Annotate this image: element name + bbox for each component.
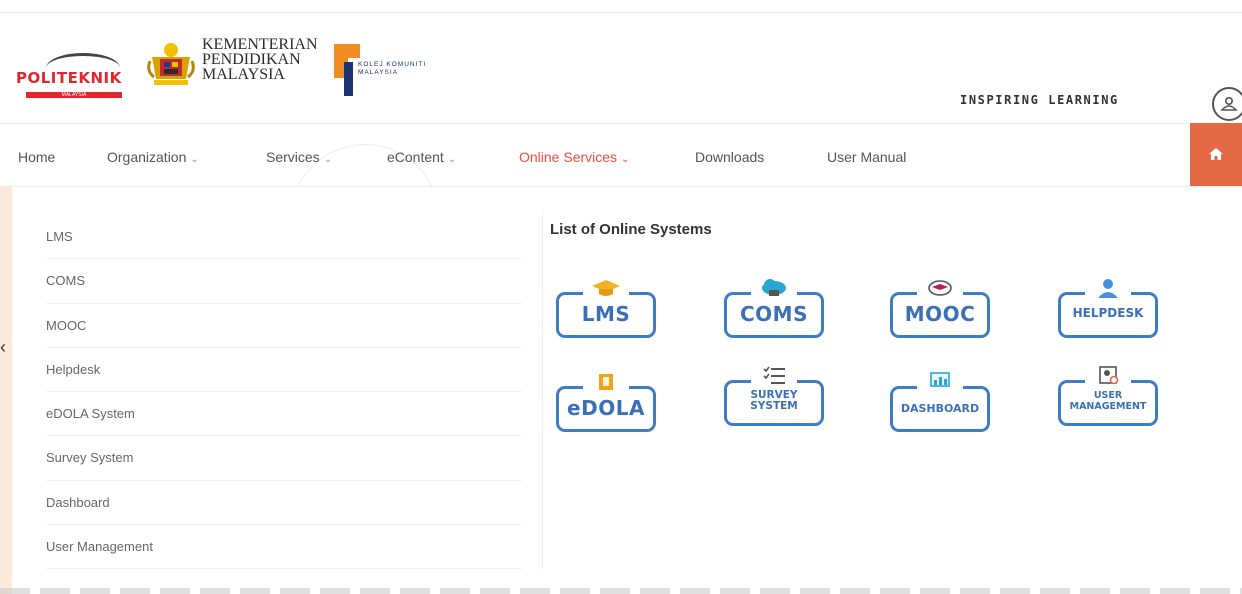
kpm-wordmark[interactable]: KEMENTERIAN PENDIDIKAN MALAYSIA bbox=[202, 36, 318, 83]
graduation-cap-icon bbox=[592, 280, 620, 296]
nav-organization[interactable]: Organization ⌄ bbox=[107, 149, 199, 165]
checklist-icon bbox=[763, 366, 785, 384]
tile-helpdesk[interactable]: HELPDESK bbox=[1056, 278, 1160, 340]
nav-home[interactable]: Home bbox=[18, 149, 55, 165]
tile-mooc[interactable]: MOOC bbox=[888, 278, 992, 340]
user-account-button[interactable] bbox=[1212, 87, 1242, 121]
home-button[interactable] bbox=[1190, 123, 1242, 186]
politeknik-logo-sub: MALAYSIA bbox=[26, 92, 122, 98]
chevron-down-icon: ⌄ bbox=[190, 154, 199, 165]
monitor-chart-icon bbox=[930, 372, 950, 387]
tile-edola[interactable]: eDOLA bbox=[554, 372, 658, 434]
tile-survey-label: SURVEY SYSTEM bbox=[722, 390, 826, 412]
nav-econtent[interactable]: eContent ⌄ bbox=[387, 149, 456, 165]
kolej-logo-line-2: MALAYSIA bbox=[358, 69, 399, 76]
malaysia-crest-icon bbox=[147, 43, 195, 85]
list-item-dashboard[interactable]: Dashboard bbox=[46, 481, 522, 526]
kolej-logo-line-1: KOLEJ KOMUNITI bbox=[358, 61, 427, 68]
nav-home-label: Home bbox=[18, 149, 56, 165]
cloud-graduation-icon bbox=[928, 280, 952, 296]
nav-services[interactable]: Services ⌄ bbox=[266, 149, 332, 165]
tile-survey-system[interactable]: SURVEY SYSTEM bbox=[722, 366, 826, 428]
nav-econtent-label: eContent bbox=[387, 149, 444, 165]
politeknik-logo-word: POLITEKNIK bbox=[16, 69, 122, 87]
tile-survey-label-line-2: SYSTEM bbox=[750, 400, 798, 412]
nav-online-services-label: Online Services bbox=[519, 149, 618, 165]
user-settings-icon bbox=[1099, 366, 1119, 385]
tile-lms[interactable]: LMS bbox=[554, 278, 658, 340]
chevron-down-icon: ⌄ bbox=[323, 154, 333, 165]
kpm-line-1: KEMENTERIAN bbox=[202, 36, 318, 53]
nav-user-manual-label: User Manual bbox=[827, 149, 907, 165]
kpm-line-2: PENDIDIKAN bbox=[202, 51, 301, 68]
support-agent-icon bbox=[1098, 279, 1118, 298]
bottom-border bbox=[0, 588, 1242, 594]
list-item-helpdesk[interactable]: Helpdesk bbox=[46, 348, 522, 393]
tile-coms[interactable]: COMS bbox=[722, 278, 826, 340]
tile-helpdesk-label: HELPDESK bbox=[1072, 306, 1144, 320]
list-item-lms[interactable]: LMS bbox=[46, 215, 522, 260]
tile-dashboard-label: DASHBOARD bbox=[900, 402, 980, 415]
tile-dashboard[interactable]: DASHBOARD bbox=[888, 372, 992, 434]
nav-organization-label: Organization bbox=[107, 149, 187, 165]
tile-user-management[interactable]: USER MANAGEMENT bbox=[1056, 366, 1160, 428]
tile-edola-label: eDOLA bbox=[567, 396, 645, 420]
tile-user-management-label-line-2: MANAGEMENT bbox=[1069, 401, 1147, 412]
kolej-komuniti-logo[interactable]: KOLEJ KOMUNITI MALAYSIA bbox=[334, 44, 430, 98]
kpm-line-3: MALAYSIA bbox=[202, 66, 285, 83]
book-icon bbox=[599, 374, 613, 390]
nav-downloads[interactable]: Downloads bbox=[695, 149, 764, 165]
list-item-survey[interactable]: Survey System bbox=[46, 436, 522, 481]
tile-user-management-label: USER MANAGEMENT bbox=[1056, 390, 1160, 412]
left-accent-bar bbox=[0, 186, 12, 594]
site-tagline: INSPIRING LEARNING bbox=[960, 93, 1119, 107]
tile-user-management-label-line-1: USER bbox=[1093, 390, 1123, 401]
list-item-user-management[interactable]: User Management bbox=[46, 525, 522, 570]
chevron-down-icon: ⌄ bbox=[621, 154, 630, 165]
chevron-down-icon: ⌄ bbox=[447, 154, 457, 165]
kolej-logo-navy-mark bbox=[344, 62, 353, 96]
tile-mooc-label: MOOC bbox=[904, 302, 976, 326]
nav-online-services[interactable]: Online Services ⌄ bbox=[519, 149, 629, 165]
list-item-coms[interactable]: COMS bbox=[46, 259, 522, 304]
user-icon bbox=[1220, 96, 1238, 111]
panel-title: List of Online Systems bbox=[550, 221, 712, 238]
kolej-logo-text: KOLEJ KOMUNITI MALAYSIA bbox=[358, 61, 426, 77]
politeknik-logo[interactable]: POLITEKNIK MALAYSIA bbox=[16, 49, 134, 111]
nav-downloads-label: Downloads bbox=[695, 149, 765, 165]
nav-services-label: Services bbox=[266, 149, 320, 165]
site-header: POLITEKNIK MALAYSIA KEMENTERIAN PENDIDIK… bbox=[0, 13, 1242, 123]
tile-coms-label: COMS bbox=[740, 302, 808, 326]
main-navigation: Home Organization ⌄ Services ⌄ eContent ⌄ O… bbox=[0, 123, 1242, 294]
nav-user-manual[interactable]: User Manual bbox=[827, 149, 906, 165]
list-item-edola[interactable]: eDOLA System bbox=[46, 392, 522, 437]
cloud-icon bbox=[762, 279, 786, 296]
tile-lms-label: LMS bbox=[581, 302, 631, 326]
home-icon bbox=[1209, 148, 1223, 160]
list-item-mooc[interactable]: MOOC bbox=[46, 304, 522, 348]
dropdown-divider bbox=[542, 209, 543, 569]
carousel-prev-icon[interactable]: ‹ bbox=[0, 337, 6, 358]
online-systems-list: LMS COMS MOOC Helpdesk eDOLA System Surv… bbox=[46, 215, 522, 570]
